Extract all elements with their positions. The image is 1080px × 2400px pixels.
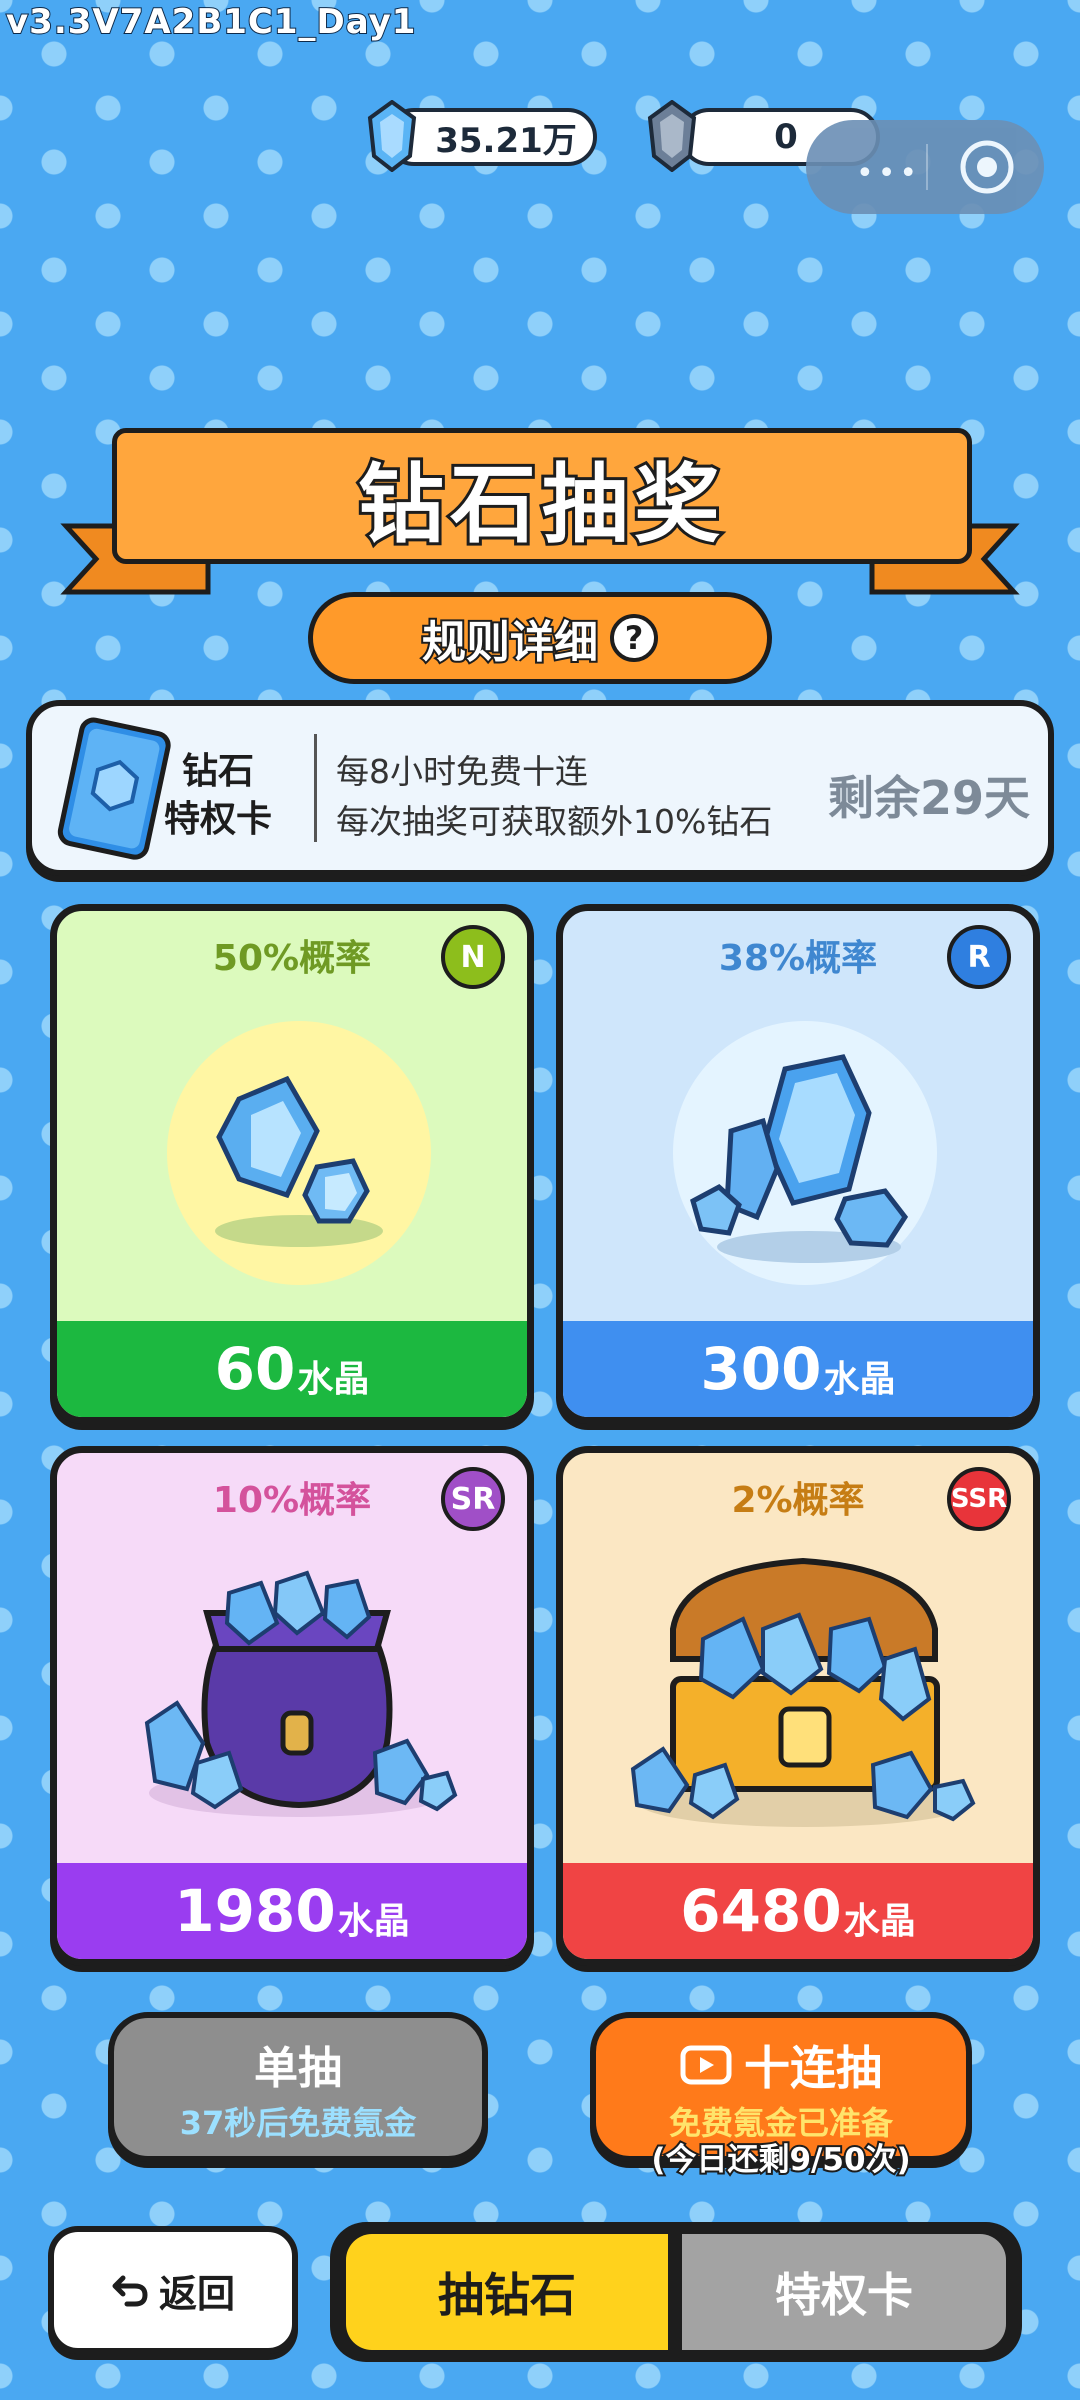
small-crystal-icon xyxy=(167,1021,431,1285)
dark-crystal-icon xyxy=(647,100,697,172)
vip-benefit-2: 每次抽奖可获取额外10%钻石 xyxy=(336,802,773,841)
vip-remaining-days: 剩余29天 xyxy=(828,771,1031,825)
rules-label: 规则详细 xyxy=(420,615,600,670)
more-dots-icon[interactable]: ••• xyxy=(856,156,921,191)
free-countdown-text: 37秒后免费氪金 xyxy=(179,2104,417,2142)
miniprogram-capsule: ••• xyxy=(806,120,1044,214)
tab-vip-card[interactable]: 特权卡 xyxy=(682,2234,1006,2350)
vip-card-title: 钻石 特权卡 xyxy=(148,748,288,844)
help-icon: ? xyxy=(610,614,658,662)
prize-amount: 1980 水晶 xyxy=(57,1863,527,1959)
diamond-lottery-screen: v3.3V7A2B1C1_Day1 35.21万 0 ••• 钻石抽奖 规则详细… xyxy=(0,0,1080,2400)
version-label: v3.3V7A2B1C1_Day1 xyxy=(5,1,417,43)
crystal-icon xyxy=(367,100,417,172)
rarity-badge: SR xyxy=(441,1467,505,1531)
single-draw-button[interactable]: 单抽 37秒后免费氪金 xyxy=(108,2012,488,2162)
vip-title-line1: 钻石 xyxy=(181,751,254,792)
crystal-bag-icon xyxy=(144,1570,458,1817)
shard-balance-value: 0 xyxy=(774,117,798,157)
divider xyxy=(314,734,317,842)
crystal-pile-icon xyxy=(673,1021,937,1285)
rules-button[interactable]: 规则详细 ? xyxy=(308,592,772,684)
close-target-icon[interactable] xyxy=(958,138,1016,196)
prize-amount: 60 水晶 xyxy=(57,1321,527,1417)
ten-draw-label: 十连抽 xyxy=(744,2041,882,2095)
prize-amount: 300 水晶 xyxy=(563,1321,1033,1417)
prize-card-n: 50%概率 N 60 水晶 xyxy=(50,904,534,1424)
ten-draw-title: 十连抽 xyxy=(596,2032,966,2098)
rarity-badge: R xyxy=(947,925,1011,989)
back-arrow-icon xyxy=(112,2275,148,2307)
prize-card-r: 38%概率 R 300 水晶 xyxy=(556,904,1040,1424)
video-play-icon xyxy=(680,2045,732,2085)
vip-benefit-1: 每8小时免费十连 xyxy=(336,752,588,791)
vip-title-line2: 特权卡 xyxy=(163,799,272,840)
daily-remaining-text: (今日还剩9/50次) xyxy=(649,2140,912,2180)
amount-value: 6480 xyxy=(680,1877,842,1945)
prize-amount: 6480 水晶 xyxy=(563,1863,1033,1959)
amount-unit: 水晶 xyxy=(297,1359,370,1400)
prize-card-sr: 10%概率 SR 1980 水晶 xyxy=(50,1446,534,1966)
crystal-balance-value: 35.21万 xyxy=(435,120,577,161)
rarity-badge: N xyxy=(441,925,505,989)
amount-unit: 水晶 xyxy=(337,1901,410,1942)
amount-unit: 水晶 xyxy=(843,1901,916,1942)
back-label: 返回 xyxy=(158,2271,235,2316)
amount-value: 1980 xyxy=(174,1877,336,1945)
amount-value: 300 xyxy=(700,1335,822,1403)
treasure-chest-icon xyxy=(630,1557,976,1827)
back-button[interactable]: 返回 xyxy=(48,2226,298,2354)
page-title: 钻石抽奖 xyxy=(355,452,726,558)
amount-value: 60 xyxy=(214,1335,296,1403)
single-draw-label: 单抽 xyxy=(254,2043,342,2094)
amount-unit: 水晶 xyxy=(823,1359,896,1400)
tab-draw-diamond[interactable]: 抽钻石 xyxy=(346,2234,668,2350)
rarity-badge: SSR xyxy=(947,1467,1011,1531)
prize-card-ssr: 2%概率 SSR 6480 水晶 xyxy=(556,1446,1040,1966)
